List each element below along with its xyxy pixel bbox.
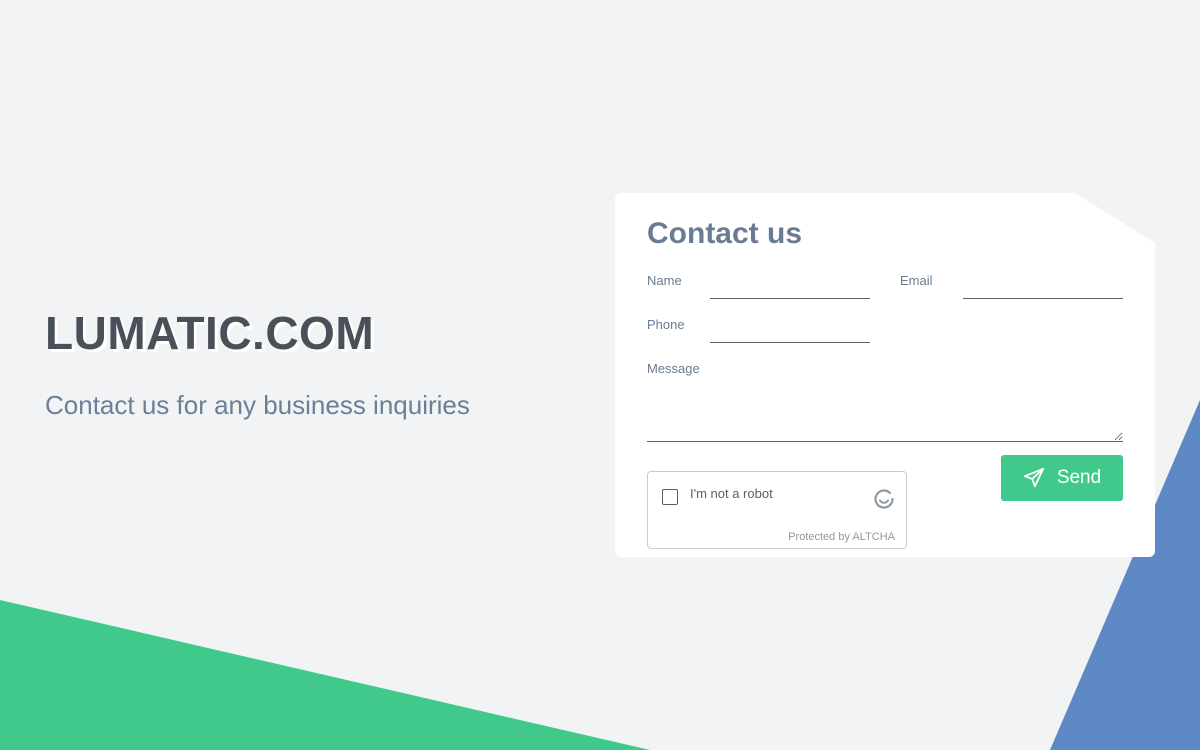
tagline: Contact us for any business inquiries xyxy=(45,390,470,420)
phone-label: Phone xyxy=(647,317,685,332)
contact-card: Contact us Name Email Phone Message I'm … xyxy=(615,193,1155,557)
hero: LUMATIC.COM Contact us for any business … xyxy=(45,306,470,421)
message-field[interactable] xyxy=(647,393,1123,442)
email-field[interactable] xyxy=(963,278,1123,299)
captcha-widget: I'm not a robot Protected by ALTCHA xyxy=(647,471,907,549)
send-label: Send xyxy=(1056,467,1102,488)
name-field[interactable] xyxy=(710,278,870,299)
brand-title: LUMATIC.COM xyxy=(45,307,375,359)
phone-field[interactable] xyxy=(710,322,870,343)
name-label: Name xyxy=(647,273,682,288)
paper-plane-icon xyxy=(1023,467,1044,488)
captcha-checkbox[interactable] xyxy=(662,489,678,505)
captcha-label: I'm not a robot xyxy=(690,486,773,501)
message-label: Message xyxy=(647,361,700,376)
contact-title: Contact us xyxy=(647,217,803,250)
email-label: Email xyxy=(900,273,933,288)
captcha-protected-text: Protected by ALTCHA xyxy=(788,531,895,543)
altcha-refresh-icon xyxy=(874,489,894,509)
send-button[interactable]: Send xyxy=(1001,455,1123,501)
